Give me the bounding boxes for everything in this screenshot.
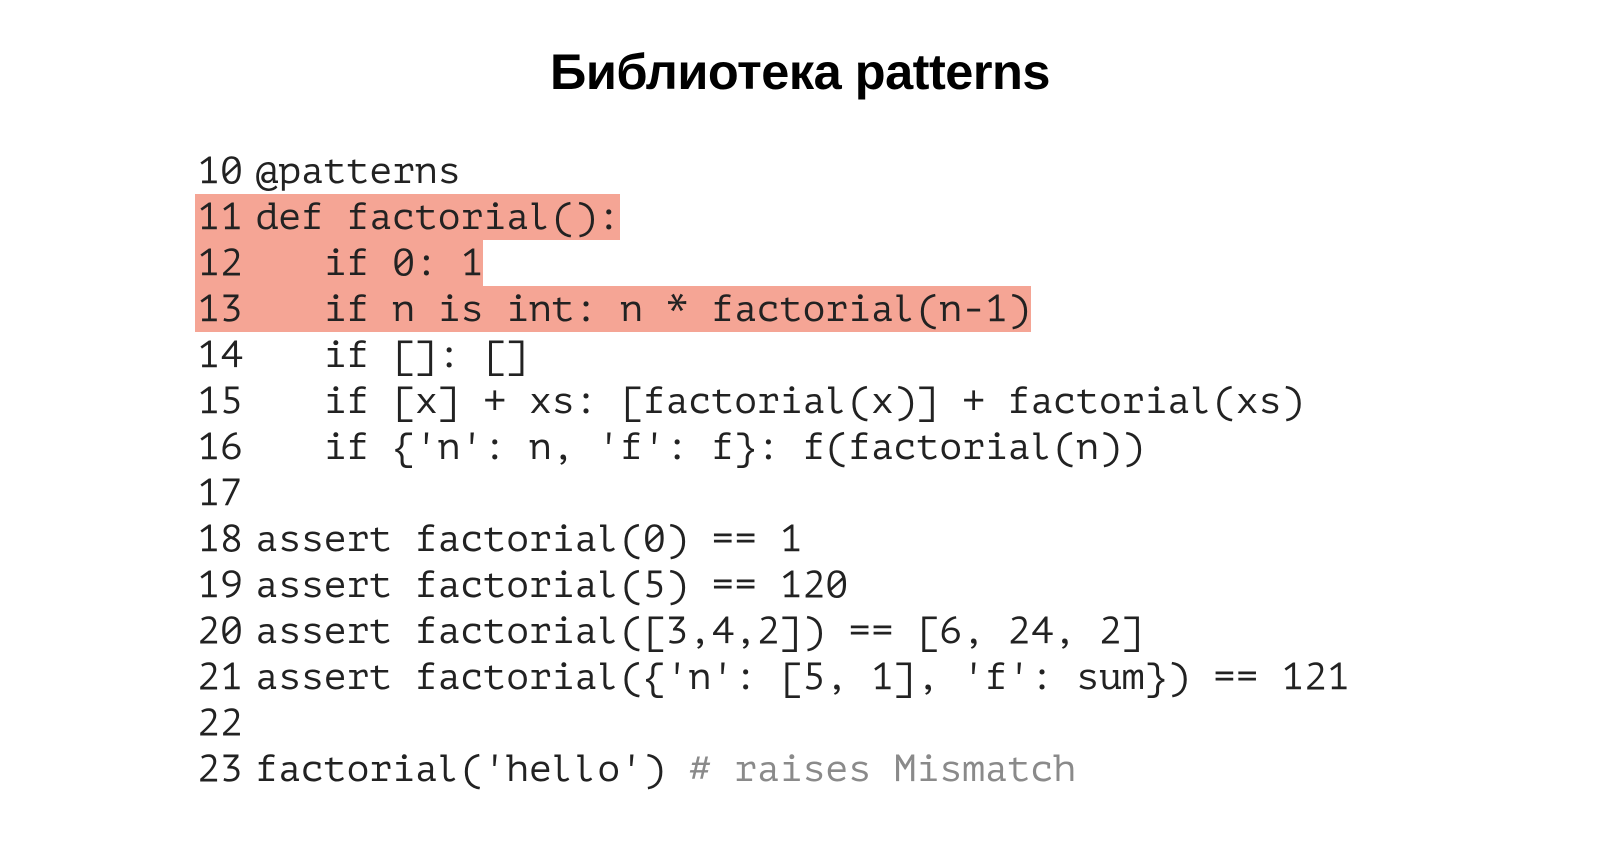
code-line: 18 assert factorial(0) == 1 <box>195 516 1350 562</box>
code-text: assert factorial({'n': [5, 1], 'f': sum}… <box>255 655 1349 698</box>
code-line: 15 if [x] + xs: [factorial(x)] + factori… <box>195 378 1350 424</box>
code-line: 20 assert factorial([3,4,2]) == [6, 24, 2… <box>195 608 1350 654</box>
slide-title: Библиотека patterns <box>0 0 1600 101</box>
code-text: assert factorial(0) == 1 <box>255 517 802 560</box>
code-text: if {'n': n, 'f': f}: f(factorial(n)) <box>255 425 1144 468</box>
line-number: 12 <box>195 240 243 286</box>
code-text: if 0: 1 <box>255 241 483 284</box>
line-number: 21 <box>195 654 243 700</box>
code-line: 10 @patterns <box>195 148 1350 194</box>
code-line: 22 <box>195 700 1350 746</box>
code-line: 11 def factorial(): <box>195 194 1350 240</box>
line-number: 13 <box>195 286 243 332</box>
line-number: 11 <box>195 194 243 240</box>
code-block: 10 @patterns 11 def factorial(): 12 if 0: … <box>195 148 1350 792</box>
code-line: 19 assert factorial(5) == 120 <box>195 562 1350 608</box>
slide: Библиотека patterns 10 @patterns 11 def fa… <box>0 0 1600 863</box>
code-text: assert factorial(5) == 120 <box>255 563 848 606</box>
line-number: 10 <box>195 148 243 194</box>
line-number: 14 <box>195 332 243 378</box>
line-number: 23 <box>195 746 243 792</box>
code-line: 21 assert factorial({'n': [5, 1], 'f': su… <box>195 654 1350 700</box>
code-comment: # raises Mismatch <box>689 747 1077 790</box>
code-line: 17 <box>195 470 1350 516</box>
code-text: @patterns <box>255 149 460 192</box>
code-text: if n is int: n * factorial(n-1) <box>255 287 1030 330</box>
code-text: if []: [] <box>255 333 529 376</box>
code-line: 14 if []: [] <box>195 332 1350 378</box>
line-number: 22 <box>195 700 243 746</box>
line-number: 16 <box>195 424 243 470</box>
line-number: 18 <box>195 516 243 562</box>
code-line: 16 if {'n': n, 'f': f}: f(factorial(n)) <box>195 424 1350 470</box>
line-number: 17 <box>195 470 243 516</box>
line-number: 19 <box>195 562 243 608</box>
code-text: factorial('hello') <box>255 747 688 790</box>
line-number: 15 <box>195 378 243 424</box>
code-line: 12 if 0: 1 <box>195 240 1350 286</box>
line-number: 20 <box>195 608 243 654</box>
code-text: if [x] + xs: [factorial(x)] + factorial(… <box>255 379 1304 422</box>
code-text: def factorial(): <box>255 195 620 238</box>
code-line: 23 factorial('hello') # raises Mismatch <box>195 746 1350 792</box>
code-line: 13 if n is int: n * factorial(n-1) <box>195 286 1350 332</box>
code-text: assert factorial([3,4,2]) == [6, 24, 2] <box>255 609 1144 652</box>
